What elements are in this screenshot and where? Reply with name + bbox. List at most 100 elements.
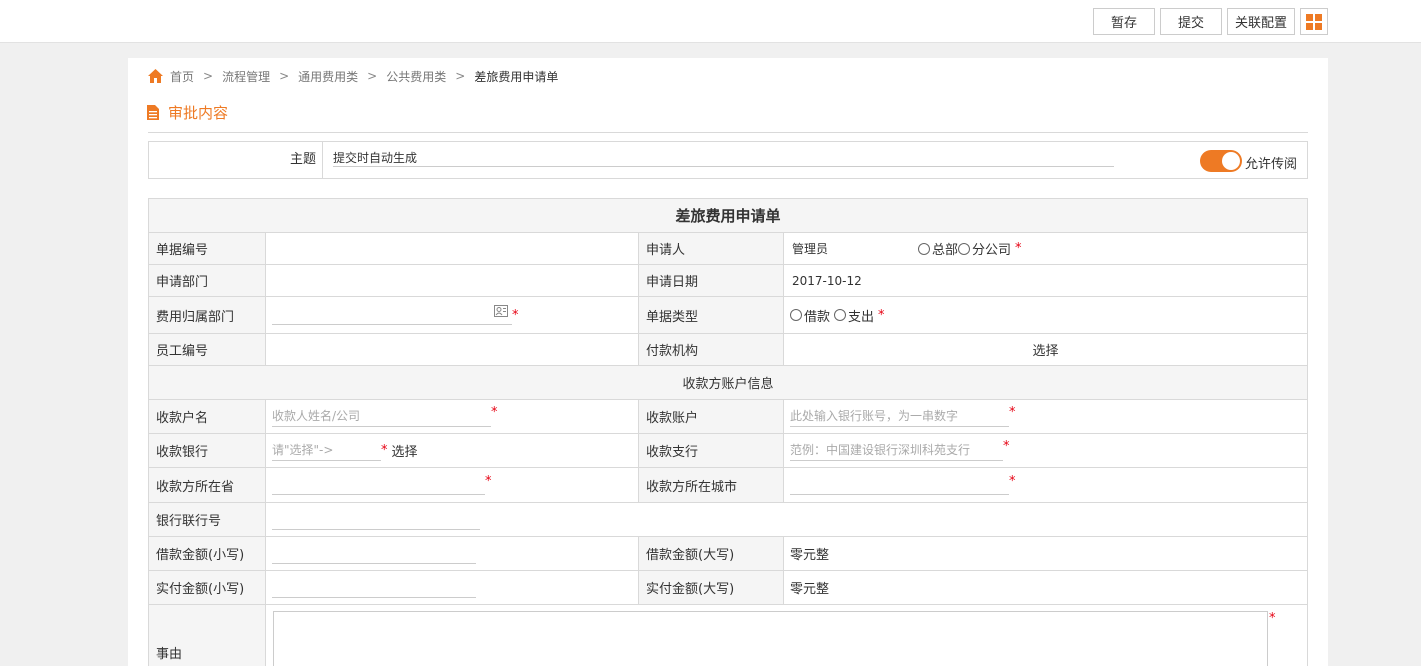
breadcrumb-home[interactable]: 首页	[170, 68, 194, 85]
cost-dept-input[interactable]	[272, 305, 512, 325]
dept-label: 申请部门	[149, 265, 266, 296]
paid-small-cell	[266, 571, 639, 604]
top-toolbar: 暂存 提交 关联配置	[0, 0, 1421, 43]
form-row: 员工编号 付款机构 选择	[149, 334, 1307, 366]
related-config-button[interactable]: 关联配置	[1227, 8, 1295, 35]
payee-section-header: 收款方账户信息	[149, 366, 1307, 400]
branch-label: 收款支行	[639, 434, 784, 467]
required-mark: *	[1003, 439, 1010, 454]
payee-name-input[interactable]	[272, 406, 491, 427]
city-label: 收款方所在城市	[639, 468, 784, 502]
radio-branch-label: 分公司	[972, 243, 1012, 258]
bank-code-label: 银行联行号	[149, 503, 266, 536]
subject-row: 主题 允许传阅	[148, 141, 1308, 179]
breadcrumb-separator: >	[203, 69, 214, 83]
breadcrumb-process[interactable]: 流程管理	[222, 68, 270, 85]
loan-big-label: 借款金额(大写)	[639, 537, 784, 570]
radio-headquarters[interactable]: 总部	[918, 239, 958, 258]
bank-select-link[interactable]: 选择	[392, 441, 418, 460]
radio-expense[interactable]: 支出	[834, 306, 874, 325]
loan-big-value: 零元整	[790, 548, 830, 563]
reason-textarea[interactable]	[273, 611, 1268, 666]
radio-circle-icon	[834, 309, 847, 321]
form-row: 收款银行 * 选择 收款支行 *	[149, 434, 1307, 468]
form-row: 费用归属部门 * 单据类型 借款 支出 *	[149, 297, 1307, 334]
cost-dept-label: 费用归属部门	[149, 297, 266, 333]
form-row: 申请部门 申请日期 2017-10-12	[149, 265, 1307, 297]
payee-account-label: 收款账户	[639, 400, 784, 433]
grid-icon	[1306, 13, 1322, 30]
bank-input[interactable]	[272, 440, 381, 461]
bank-code-input[interactable]	[272, 509, 480, 530]
loan-small-input[interactable]	[272, 543, 476, 564]
radio-circle-icon	[918, 242, 930, 255]
applicant-value: 管理员	[792, 242, 829, 256]
required-mark: *	[381, 443, 388, 458]
province-cell: *	[266, 468, 639, 502]
main-panel: 首页 > 流程管理 > 通用费用类 > 公共费用类 > 差旅费用申请单 审批内容…	[128, 58, 1328, 666]
breadcrumb-separator: >	[455, 69, 466, 83]
breadcrumb-general-expense[interactable]: 通用费用类	[298, 68, 358, 85]
paid-big-label: 实付金额(大写)	[639, 571, 784, 604]
required-mark: *	[1269, 611, 1276, 626]
toggle-knob	[1222, 152, 1240, 170]
payee-account-input[interactable]	[790, 406, 1009, 427]
breadcrumb-public-expense[interactable]: 公共费用类	[386, 68, 446, 85]
subject-input[interactable]	[333, 148, 1114, 167]
doc-type-label: 单据类型	[639, 297, 784, 333]
allow-forward-label: 允许传阅	[1245, 157, 1298, 172]
expense-form: 差旅费用申请单 单据编号 申请人 管理员 总部 分公司 * 申请部门 申请日期 …	[148, 198, 1308, 666]
radio-circle-icon	[958, 242, 971, 255]
province-label: 收款方所在省	[149, 468, 266, 502]
emp-no-label: 员工编号	[149, 334, 266, 365]
breadcrumb: 首页 > 流程管理 > 通用费用类 > 公共费用类 > 差旅费用申请单	[147, 67, 558, 85]
home-icon[interactable]	[147, 68, 164, 84]
reason-label: 事由	[149, 605, 266, 666]
paid-small-input[interactable]	[272, 577, 476, 598]
radio-loan[interactable]: 借款	[790, 306, 830, 325]
save-draft-button[interactable]: 暂存	[1093, 8, 1155, 35]
radio-branch[interactable]: 分公司	[958, 239, 1011, 258]
breadcrumb-current: 差旅费用申请单	[474, 69, 559, 84]
doc-type-cell: 借款 支出 *	[784, 297, 1307, 333]
form-row: 银行联行号	[149, 503, 1307, 537]
form-row: 单据编号 申请人 管理员 总部 分公司 *	[149, 233, 1307, 265]
radio-hq-label: 总部	[932, 243, 959, 258]
radio-loan-label: 借款	[804, 309, 831, 325]
doc-no-label: 单据编号	[149, 233, 266, 264]
payee-name-label: 收款户名	[149, 400, 266, 433]
branch-cell: *	[784, 434, 1307, 467]
section-header: 审批内容	[147, 102, 228, 123]
emp-no-value	[266, 334, 639, 365]
submit-button[interactable]: 提交	[1160, 8, 1222, 35]
allow-forward-toggle[interactable]	[1200, 150, 1242, 172]
bank-cell: * 选择	[266, 434, 639, 467]
cost-dept-cell: *	[266, 297, 639, 333]
required-mark: *	[1009, 473, 1016, 489]
radio-expense-label: 支出	[848, 309, 875, 325]
payer-org-select[interactable]: 选择	[784, 334, 1307, 365]
org-picker-icon[interactable]	[494, 305, 510, 319]
branch-input[interactable]	[790, 440, 1003, 461]
city-cell: *	[784, 468, 1307, 502]
applicant-label: 申请人	[639, 233, 784, 264]
payee-account-cell: *	[784, 400, 1307, 433]
loan-small-label: 借款金额(小写)	[149, 537, 266, 570]
form-row: 收款方所在省 * 收款方所在城市 *	[149, 468, 1307, 503]
grid-menu-button[interactable]	[1300, 8, 1328, 35]
form-row: 借款金额(小写) 借款金额(大写) 零元整	[149, 537, 1307, 571]
form-row: 收款户名 * 收款账户 *	[149, 400, 1307, 434]
dept-value	[266, 265, 639, 296]
payee-name-cell: *	[266, 400, 639, 433]
loan-small-cell	[266, 537, 639, 570]
province-input[interactable]	[272, 475, 485, 495]
required-mark: *	[1009, 405, 1016, 420]
required-mark: *	[512, 307, 519, 323]
document-icon	[147, 105, 159, 120]
applicant-cell: 管理员 总部 分公司 *	[784, 233, 1307, 264]
bank-code-cell	[266, 503, 1307, 536]
breadcrumb-separator: >	[279, 69, 290, 83]
city-input[interactable]	[790, 475, 1009, 495]
section-title: 审批内容	[168, 104, 229, 122]
apply-date-label: 申请日期	[639, 265, 784, 296]
